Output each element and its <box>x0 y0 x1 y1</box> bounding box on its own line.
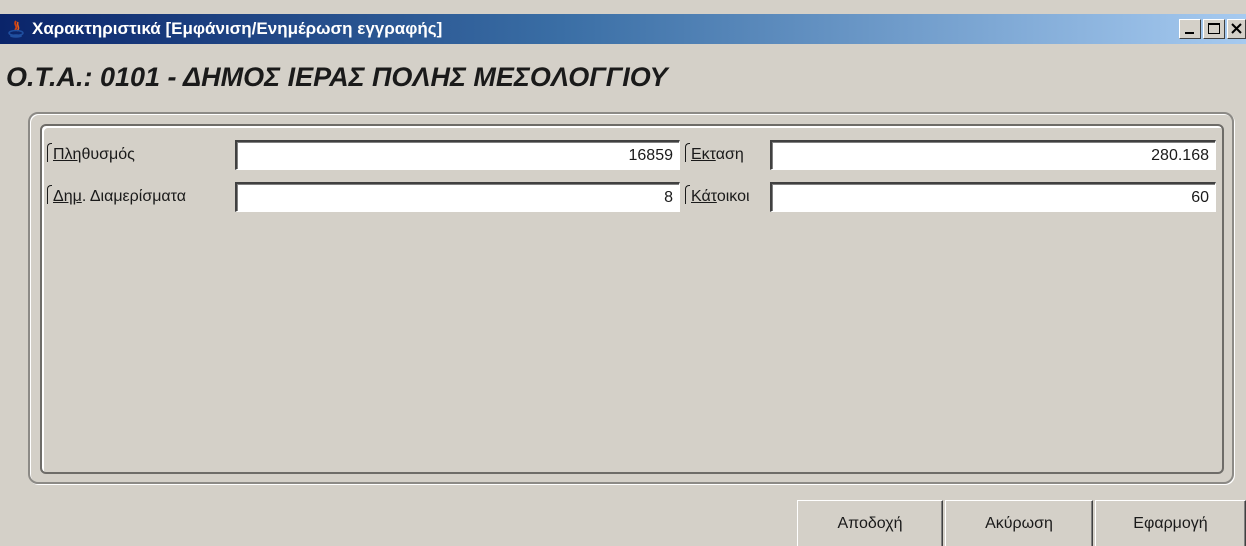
cancel-button[interactable]: Ακύρωση <box>945 500 1093 546</box>
close-icon <box>1231 23 1242 34</box>
residents-field[interactable]: 60 <box>770 182 1216 212</box>
apply-button[interactable]: Εφαρμογή <box>1095 500 1246 546</box>
mnemonic-bracket-icon <box>685 185 690 204</box>
page-title: Ο.Τ.Α.: 0101 - ΔΗΜΟΣ ΙΕΡΑΣ ΠΟΛΗΣ ΜΕΣΟΛΟΓ… <box>6 62 668 92</box>
population-field[interactable]: 16859 <box>235 140 680 170</box>
minimize-button[interactable] <box>1179 19 1201 39</box>
districts-field[interactable]: 8 <box>235 182 680 212</box>
accept-button[interactable]: Αποδοχή <box>797 500 943 546</box>
close-button[interactable] <box>1227 19 1246 39</box>
maximize-button[interactable] <box>1203 19 1225 39</box>
maximize-icon <box>1208 23 1220 34</box>
dialog-window: Χαρακτηριστικά [Εμφάνιση/Ενημέρωση εγγρα… <box>0 0 1246 546</box>
title-bar[interactable]: Χαρακτηριστικά [Εμφάνιση/Ενημέρωση εγγρα… <box>0 14 1246 44</box>
panel-frame-inner <box>40 124 1224 474</box>
area-label: Εκταση <box>685 142 744 168</box>
area-field[interactable]: 280.168 <box>770 140 1216 170</box>
minimize-icon <box>1185 32 1194 34</box>
window-title: Χαρακτηριστικά [Εμφάνιση/Ενημέρωση εγγρα… <box>32 19 443 38</box>
population-label: Πληθυσμός <box>47 142 135 168</box>
residents-label: Κάτοικοι <box>685 184 750 210</box>
app-icon[interactable] <box>6 19 26 39</box>
mnemonic-bracket-icon <box>47 185 52 204</box>
districts-label: Δημ. Διαμερίσματα <box>47 184 186 210</box>
mnemonic-bracket-icon <box>47 143 52 162</box>
mnemonic-bracket-icon <box>685 143 690 162</box>
